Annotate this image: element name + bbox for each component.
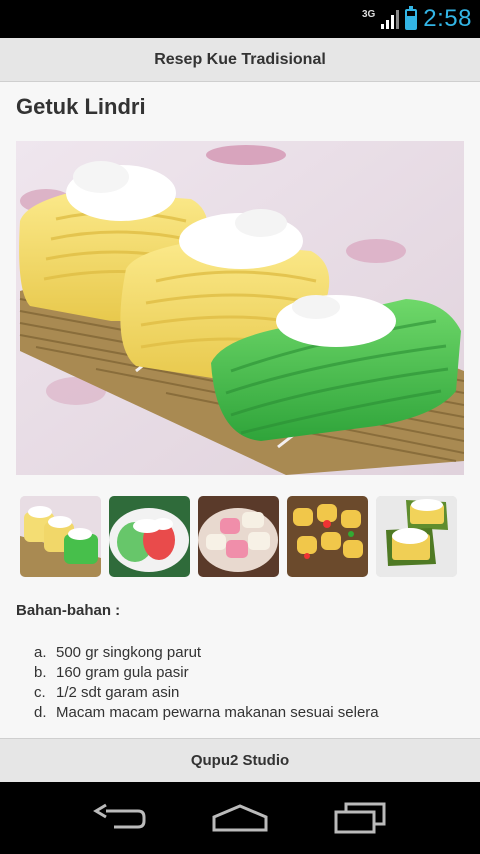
home-icon	[212, 804, 268, 832]
ingredient-text: 160 gram gula pasir	[56, 664, 189, 681]
thumbnail-strip	[20, 496, 457, 577]
getuk-lindri-thumbnail	[20, 496, 101, 577]
ingredients-list: a. 500 gr singkong parut b. 160 gram gul…	[34, 643, 379, 723]
ingredient-text: 1/2 sdt garam asin	[56, 684, 180, 701]
network-type: 3G	[361, 8, 376, 20]
ingredients-heading: Bahan-bahan :	[16, 602, 121, 619]
back-icon	[93, 803, 146, 829]
thumbnail-5[interactable]	[376, 496, 457, 577]
recent-apps-icon	[334, 802, 386, 834]
clock: 2:58	[423, 5, 472, 32]
battery-icon	[405, 5, 418, 30]
status-bar: 3G 2:58	[0, 0, 480, 38]
recipe-title: Getuk Lindri	[16, 94, 146, 119]
green-pink-cake-thumbnail	[109, 496, 190, 577]
list-item: b. 160 gram gula pasir	[34, 663, 379, 683]
list-marker: b.	[34, 664, 47, 681]
list-marker: c.	[34, 684, 46, 701]
thumbnail-1[interactable]	[20, 496, 101, 577]
action-bar: Resep Kue Tradisional	[0, 38, 480, 82]
navigation-bar	[0, 782, 480, 854]
pink-white-cake-thumbnail	[198, 496, 279, 577]
thumbnail-2[interactable]	[109, 496, 190, 577]
footer-bar: Qupu2 Studio	[0, 738, 480, 782]
status-icons: 3G 2:58	[362, 0, 472, 38]
home-button[interactable]	[205, 800, 275, 836]
hero-image	[16, 141, 464, 475]
app-title: Resep Kue Tradisional	[154, 50, 326, 68]
list-marker: a.	[34, 644, 47, 661]
banana-leaf-cake-thumbnail	[376, 496, 457, 577]
recipe-content[interactable]: Getuk Lindri Bahan-bahan: a. 500 gr sin…	[0, 82, 480, 738]
list-marker: d.	[34, 704, 47, 721]
thumbnail-3[interactable]	[198, 496, 279, 577]
list-item: a. 500 gr singkong parut	[34, 643, 379, 663]
ingredient-text: Macam macam pewarna makanan sesuai seler…	[56, 704, 379, 721]
ingredient-text: 500 gr singkong parut	[56, 644, 202, 661]
signal-icon	[381, 9, 400, 29]
thumbnail-4[interactable]	[287, 496, 368, 577]
list-item: d. Macam macam pewarna makanan sesuai se…	[34, 703, 379, 723]
list-item: c. 1/2 sdt garam asin	[34, 683, 379, 703]
yellow-cake-rolls-thumbnail	[287, 496, 368, 577]
recent-apps-button[interactable]	[325, 800, 395, 836]
back-button[interactable]	[85, 800, 155, 836]
footer-label: Qupu2 Studio	[190, 752, 290, 769]
getuk-lindri-photo	[16, 141, 464, 475]
